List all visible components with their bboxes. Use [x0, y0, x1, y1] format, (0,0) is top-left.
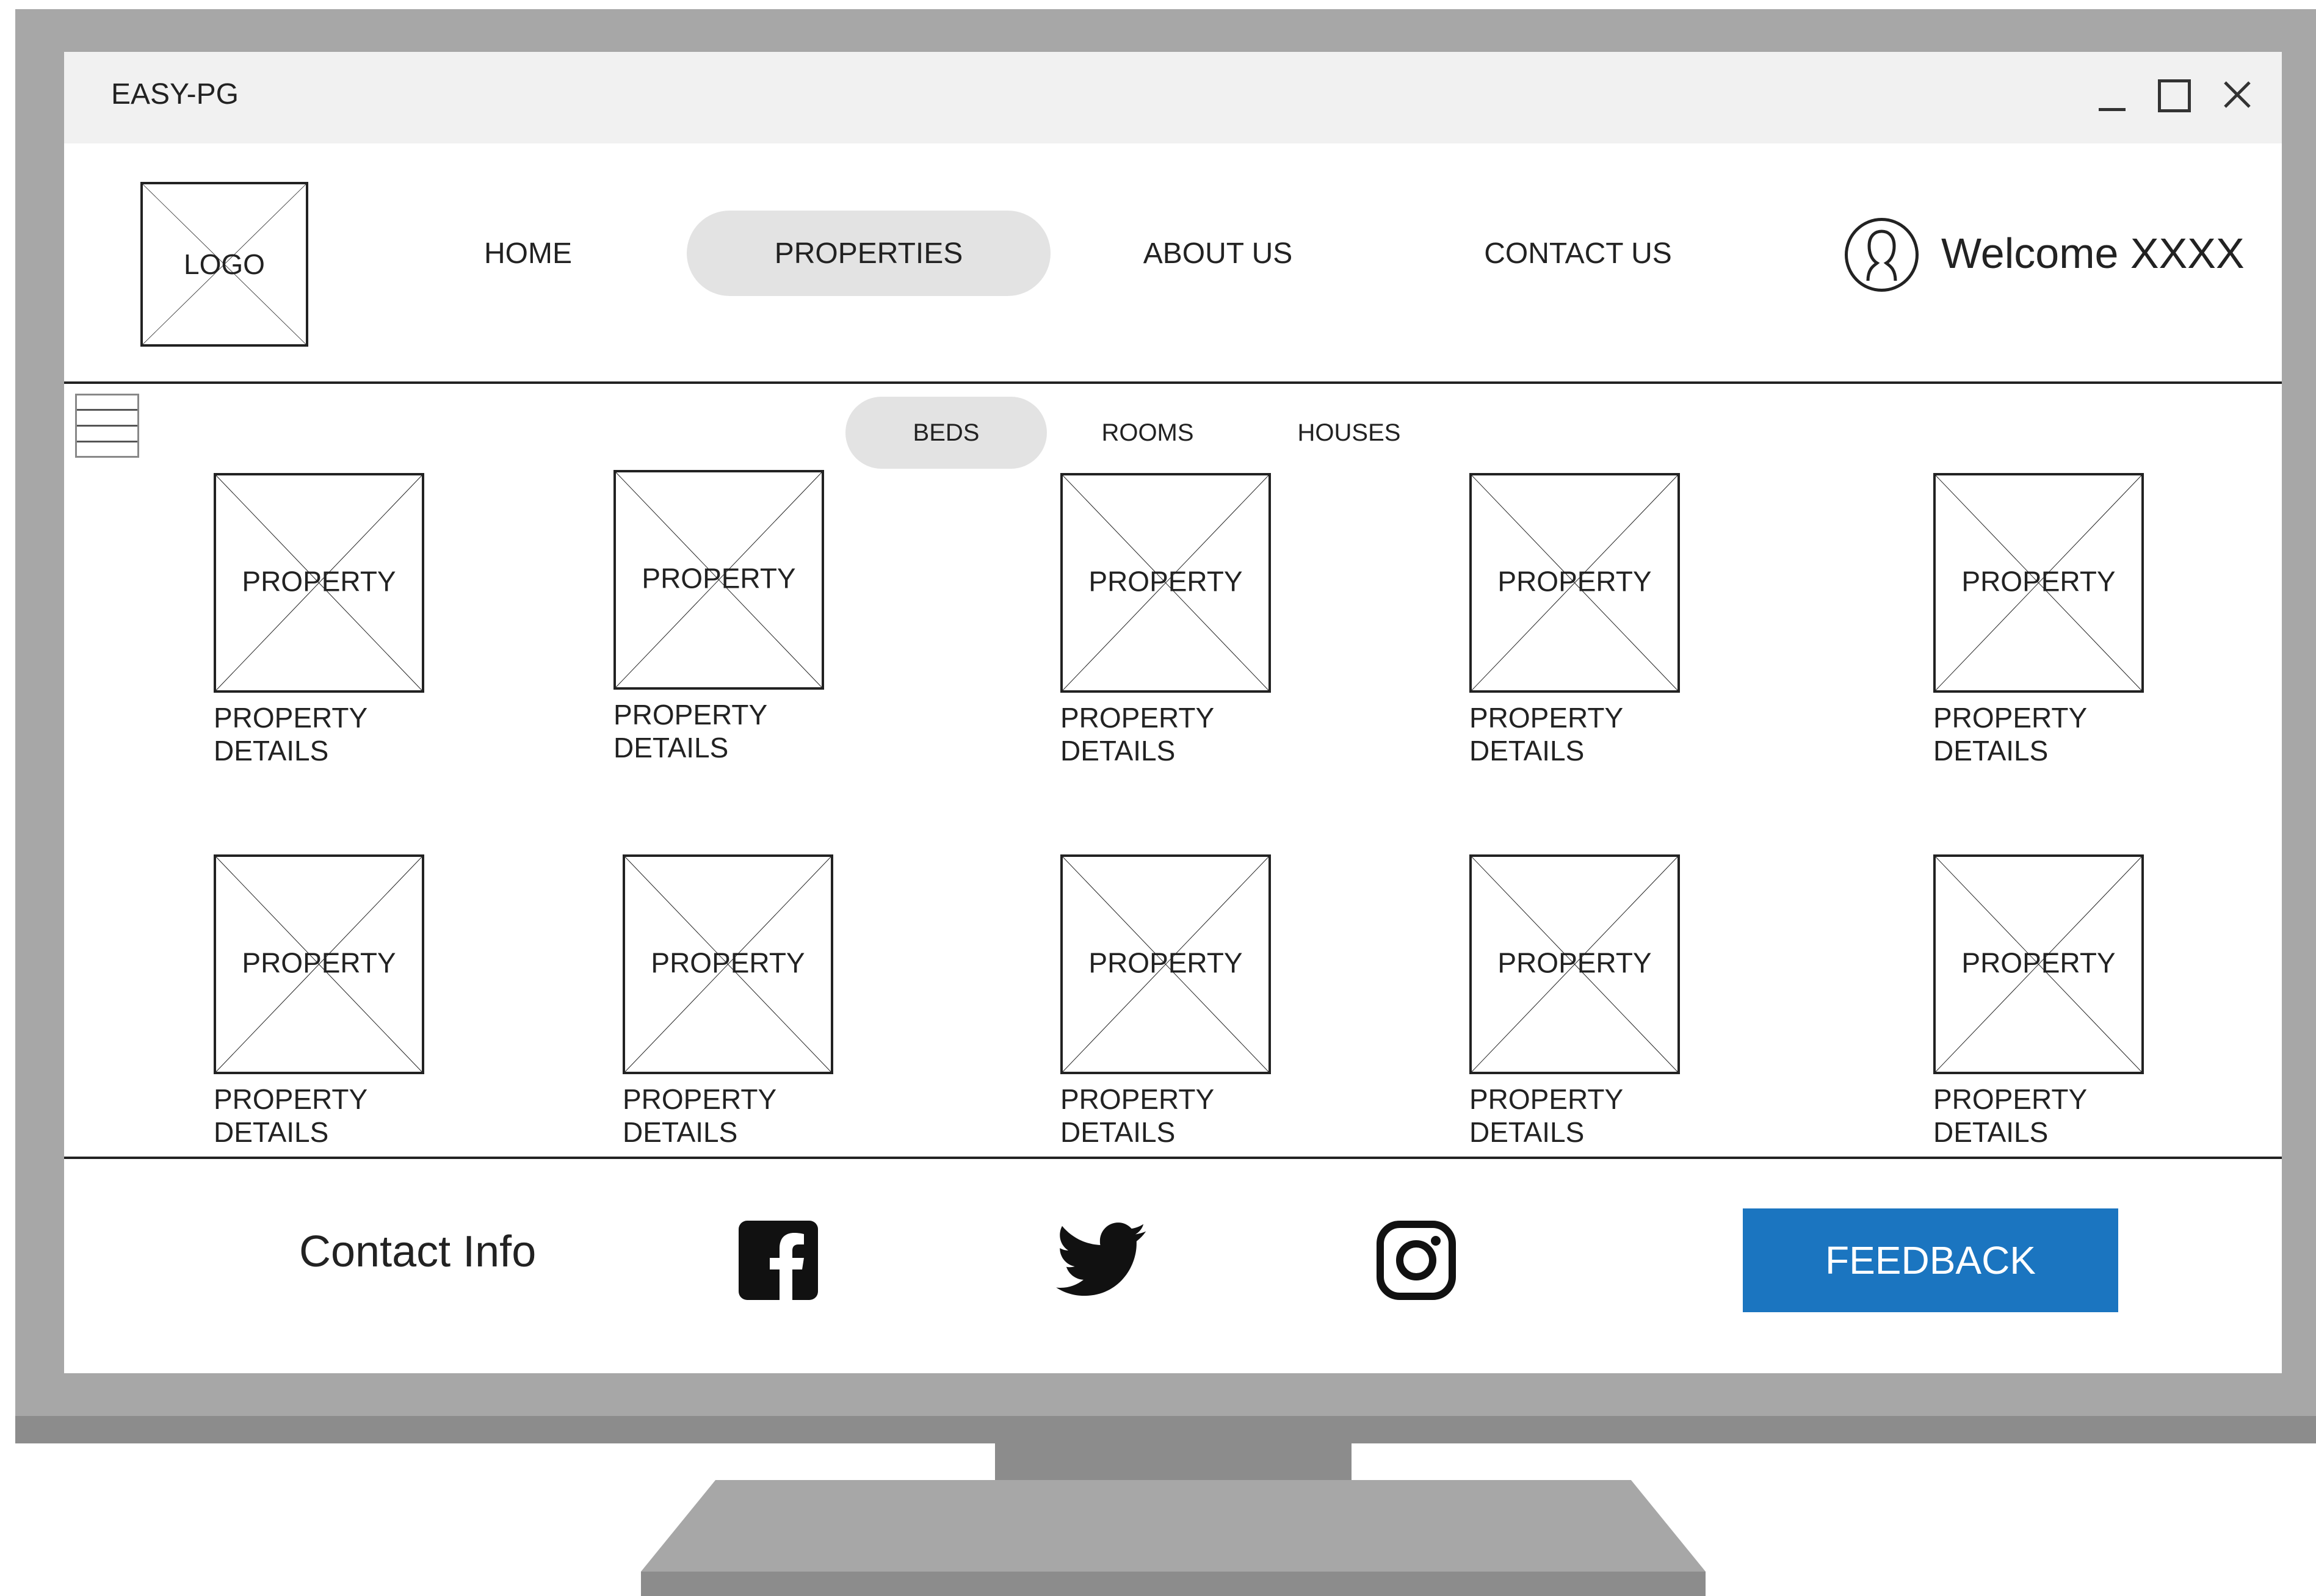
nav-contact-us[interactable]: CONTACT US	[1431, 211, 1724, 296]
property-details-line1: PROPERTY	[1933, 702, 2088, 734]
header-divider	[64, 381, 2282, 384]
user-avatar-icon[interactable]	[1844, 217, 1920, 293]
twitter-icon[interactable]	[1056, 1221, 1148, 1300]
property-image-label: PROPERTY	[642, 562, 796, 594]
property-image-label: PROPERTY	[1961, 947, 2116, 979]
property-details[interactable]: PROPERTY DETAILS	[214, 1083, 424, 1149]
property-details-line1: PROPERTY	[1060, 1083, 1215, 1115]
property-image-label: PROPERTY	[1088, 565, 1243, 598]
tab-rooms[interactable]: ROOMS	[1062, 397, 1233, 469]
property-details-line1: PROPERTY	[623, 1083, 777, 1115]
property-details[interactable]: PROPERTY DETAILS	[1060, 701, 1271, 767]
nav-home[interactable]: HOME	[430, 211, 626, 296]
property-card[interactable]: PROPERTY PROPERTY DETAILS	[214, 854, 424, 1149]
property-details-line2: DETAILS	[1469, 1116, 1585, 1148]
property-details[interactable]: PROPERTY DETAILS	[1933, 1083, 2144, 1149]
facebook-icon[interactable]	[739, 1221, 818, 1300]
title-bar: EASY-PG	[64, 52, 2282, 143]
nav-about-us[interactable]: ABOUT US	[1090, 211, 1346, 296]
property-image[interactable]: PROPERTY	[214, 854, 424, 1074]
property-image-label: PROPERTY	[1497, 947, 1652, 979]
property-card[interactable]: PROPERTY PROPERTY DETAILS	[613, 470, 824, 764]
property-image[interactable]: PROPERTY	[214, 473, 424, 693]
property-image-label: PROPERTY	[1497, 565, 1652, 598]
property-details-line2: DETAILS	[623, 1116, 738, 1148]
property-details-line2: DETAILS	[1933, 735, 2049, 767]
nav-properties[interactable]: PROPERTIES	[687, 211, 1051, 296]
monitor-stand-base	[641, 1572, 1706, 1596]
property-image[interactable]: PROPERTY	[1933, 854, 2144, 1074]
property-details-line2: DETAILS	[1469, 735, 1585, 767]
property-details[interactable]: PROPERTY DETAILS	[1933, 701, 2144, 767]
property-details[interactable]: PROPERTY DETAILS	[1060, 1083, 1271, 1149]
property-card[interactable]: PROPERTY PROPERTY DETAILS	[623, 854, 833, 1149]
property-image[interactable]: PROPERTY	[1060, 854, 1271, 1074]
property-details-line1: PROPERTY	[613, 699, 768, 731]
property-image-label: PROPERTY	[242, 565, 396, 598]
logo[interactable]: LOGO	[140, 182, 308, 347]
property-card[interactable]: PROPERTY PROPERTY DETAILS	[1469, 854, 1680, 1149]
close-icon[interactable]	[2219, 76, 2256, 113]
monitor-stand	[641, 1480, 1706, 1572]
feedback-button[interactable]: FEEDBACK	[1743, 1208, 2118, 1312]
property-details-line2: DETAILS	[214, 735, 329, 767]
property-image[interactable]: PROPERTY	[1933, 473, 2144, 693]
footer-divider	[64, 1157, 2282, 1159]
property-card[interactable]: PROPERTY PROPERTY DETAILS	[1060, 854, 1271, 1149]
property-image-label: PROPERTY	[242, 947, 396, 979]
property-image[interactable]: PROPERTY	[1060, 473, 1271, 693]
property-image[interactable]: PROPERTY	[613, 470, 824, 690]
property-card[interactable]: PROPERTY PROPERTY DETAILS	[1933, 854, 2144, 1149]
property-details-line1: PROPERTY	[1469, 702, 1624, 734]
property-details-line2: DETAILS	[1933, 1116, 2049, 1148]
window-title: EASY-PG	[111, 78, 239, 110]
property-card[interactable]: PROPERTY PROPERTY DETAILS	[1060, 473, 1271, 767]
app-window: EASY-PG LOGO HOME PROPERTIES ABOUT US CO…	[64, 52, 2282, 1373]
tab-houses[interactable]: HOUSES	[1261, 397, 1438, 469]
property-details-line2: DETAILS	[1060, 1116, 1176, 1148]
property-image[interactable]: PROPERTY	[623, 854, 833, 1074]
hamburger-menu-icon[interactable]	[75, 394, 139, 458]
property-image-label: PROPERTY	[651, 947, 805, 979]
property-details-line1: PROPERTY	[1469, 1083, 1624, 1115]
instagram-icon[interactable]	[1377, 1221, 1456, 1300]
welcome-message: Welcome XXXX	[1941, 229, 2245, 277]
property-details[interactable]: PROPERTY DETAILS	[1469, 701, 1680, 767]
property-image[interactable]: PROPERTY	[1469, 854, 1680, 1074]
maximize-icon[interactable]	[2158, 79, 2191, 112]
tab-beds[interactable]: BEDS	[845, 397, 1047, 469]
property-details-line2: DETAILS	[1060, 735, 1176, 767]
property-card[interactable]: PROPERTY PROPERTY DETAILS	[1933, 473, 2144, 767]
property-details-line1: PROPERTY	[214, 702, 368, 734]
logo-text: LOGO	[184, 248, 265, 280]
property-image-label: PROPERTY	[1961, 565, 2116, 598]
property-details-line2: DETAILS	[214, 1116, 329, 1148]
monitor-bezel-bottom	[15, 1416, 2316, 1443]
property-details-line1: PROPERTY	[1933, 1083, 2088, 1115]
property-details[interactable]: PROPERTY DETAILS	[613, 698, 824, 764]
property-details[interactable]: PROPERTY DETAILS	[623, 1083, 833, 1149]
property-details[interactable]: PROPERTY DETAILS	[1469, 1083, 1680, 1149]
property-image-label: PROPERTY	[1088, 947, 1243, 979]
property-details-line1: PROPERTY	[214, 1083, 368, 1115]
contact-info-link[interactable]: Contact Info	[299, 1227, 536, 1277]
property-card[interactable]: PROPERTY PROPERTY DETAILS	[1469, 473, 1680, 767]
property-details[interactable]: PROPERTY DETAILS	[214, 701, 424, 767]
property-image[interactable]: PROPERTY	[1469, 473, 1680, 693]
property-details-line2: DETAILS	[613, 732, 729, 764]
property-details-line1: PROPERTY	[1060, 702, 1215, 734]
minimize-icon[interactable]	[2094, 79, 2130, 116]
property-card[interactable]: PROPERTY PROPERTY DETAILS	[214, 473, 424, 767]
